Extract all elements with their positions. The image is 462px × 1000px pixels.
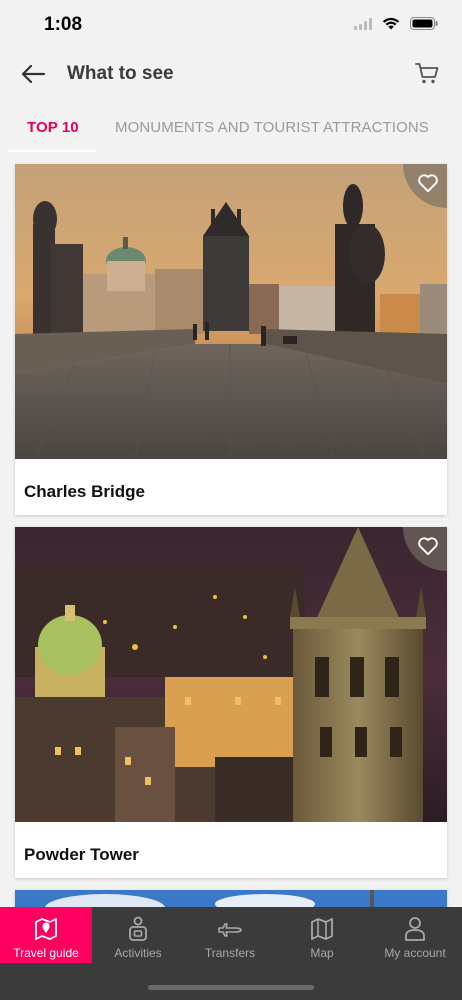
charles-bridge-image [15,164,447,459]
attraction-title: Charles Bridge [24,482,145,501]
cart-icon [415,63,439,84]
attraction-card-powder-tower[interactable]: Powder Tower [15,527,447,878]
nav-map[interactable]: Map [276,907,368,963]
nav-label: My account [384,946,446,960]
powder-tower-image [15,527,447,822]
nav-travel-guide[interactable]: Travel guide [0,907,92,963]
attraction-card-partial[interactable] [15,890,447,907]
signal-icon [354,17,372,30]
tab-monuments-and-tourist-attractions[interactable]: MONUMENTS AND TOURIST ATTRACTIONS [115,119,429,136]
attraction-title: Powder Tower [24,845,139,864]
heart-icon [418,537,438,556]
arrow-left-icon [21,64,46,84]
battery-icon [410,17,438,30]
nav-transfers[interactable]: Transfers [184,907,276,963]
back-button[interactable] [18,60,48,88]
app-header: What to see [0,48,462,100]
status-time: 1:08 [44,14,83,35]
heart-icon [418,174,438,193]
nav-label: Map [310,946,334,960]
nav-label: Travel guide [13,946,79,960]
bottom-navigation: Travel guide Activities Transfers Map My… [0,907,462,1000]
attractions-list[interactable]: Charles Bridge Powder Tower [0,152,462,907]
category-tabs: TOP 10 MONUMENTS AND TOURIST ATTRACTIONS [0,104,462,152]
nav-label: Activities [114,946,162,960]
home-indicator[interactable] [148,985,314,990]
wifi-icon [382,17,400,30]
cart-button[interactable] [414,60,442,88]
status-bar: 1:08 [0,0,462,48]
nav-label: Transfers [204,946,256,960]
person-icon [405,917,425,941]
activities-icon [129,916,147,941]
airplane-icon [218,923,242,937]
nav-activities[interactable]: Activities [92,907,184,963]
nav-my-account[interactable]: My account [368,907,462,963]
tab-top-10[interactable]: TOP 10 [27,119,79,136]
attraction-image-partial [15,890,447,907]
map-icon [311,918,333,940]
attraction-card-charles-bridge[interactable]: Charles Bridge [15,164,447,515]
status-icons [354,17,438,30]
map-marker-icon [35,918,57,940]
page-title: What to see [67,63,174,84]
